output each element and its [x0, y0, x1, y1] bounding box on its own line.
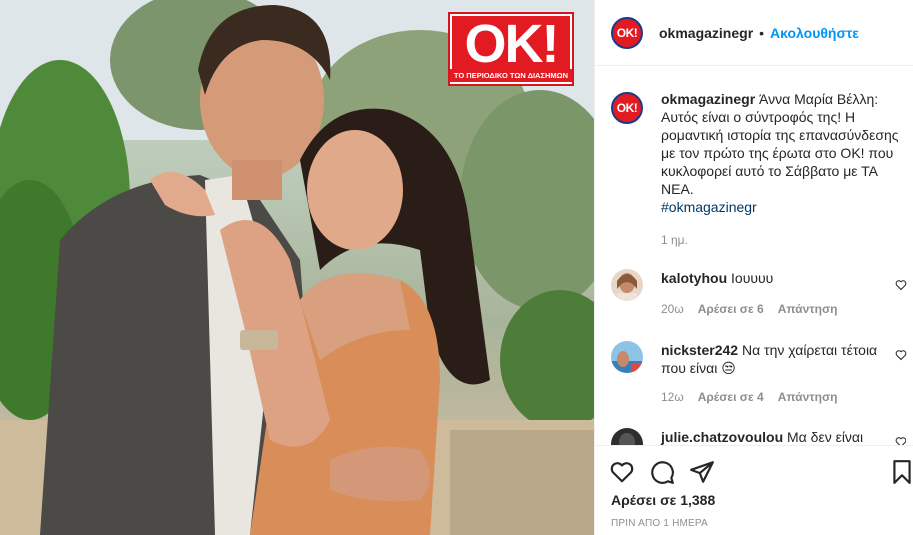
- heart-icon[interactable]: [895, 349, 907, 361]
- caption-avatar[interactable]: OK!: [611, 92, 643, 124]
- caption-hashtag[interactable]: #okmagazinegr: [661, 198, 906, 216]
- follow-button[interactable]: Ακολουθήστε: [770, 25, 859, 41]
- ok-logo-text: OK!: [452, 16, 570, 72]
- comment-text: Ιουυυυ: [731, 270, 774, 286]
- heart-icon[interactable]: [895, 436, 906, 445]
- comment-body: nickster242 Να την χαίρεται τέτοια που ε…: [661, 341, 881, 377]
- ok-logo-subtitle: ΤΟ ΠΕΡΙΟΔΙΚΟ ΤΩΝ ΔΙΑΣΗΜΩΝ: [450, 69, 572, 82]
- caption-username[interactable]: okmagazinegr: [661, 91, 755, 107]
- caption-text-block: okmagazinegr Άννα Μαρία Βέλλη: Αυτός είν…: [661, 90, 906, 216]
- post-caption: OK! okmagazinegr Άννα Μαρία Βέλλη: Αυτός…: [611, 90, 906, 216]
- commenter-avatar[interactable]: [611, 341, 643, 373]
- comment-likes[interactable]: Αρέσει σε 6: [698, 302, 764, 316]
- author-avatar[interactable]: OK!: [611, 16, 643, 49]
- post-timestamp[interactable]: ΠΡΙΝ ΑΠΟ 1 ΗΜΕΡΑ: [611, 518, 708, 529]
- comment-likes[interactable]: Αρέσει σε 4: [698, 390, 764, 404]
- comment-body: julie.chatzovoulou Μα δεν είναι: [661, 428, 901, 445]
- comment-icon[interactable]: [649, 459, 675, 485]
- avatar-photo-icon: [611, 428, 643, 445]
- comment-username[interactable]: kalotyhou: [661, 270, 727, 286]
- header-separator: •: [759, 24, 765, 41]
- commenter-avatar[interactable]: [611, 269, 643, 301]
- heart-icon[interactable]: [609, 459, 635, 485]
- post-photo[interactable]: OK! ΤΟ ΠΕΡΙΟΔΙΚΟ ΤΩΝ ΔΙΑΣΗΜΩΝ: [0, 0, 594, 535]
- post-header: OK! okmagazinegr • Ακολουθήστε: [595, 0, 913, 66]
- bookmark-icon[interactable]: [889, 459, 913, 485]
- comment-body: kalotyhou Ιουυυυ: [661, 269, 881, 287]
- comment-meta: 12ω Αρέσει σε 4 Απάντηση: [661, 390, 838, 404]
- caption-timestamp[interactable]: 1 ημ.: [661, 233, 688, 247]
- comment-item: julie.chatzovoulou Μα δεν είναι: [611, 428, 906, 445]
- post-details-panel: OK! okmagazinegr • Ακολουθήστε OK! okmag…: [594, 0, 913, 535]
- comment-username[interactable]: julie.chatzovoulou: [661, 429, 783, 445]
- reply-button[interactable]: Απάντηση: [778, 302, 838, 316]
- avatar-photo-icon: [611, 341, 643, 373]
- comment-username[interactable]: nickster242: [661, 342, 738, 358]
- comment-time[interactable]: 20ω: [661, 302, 684, 316]
- commenter-avatar[interactable]: [611, 428, 643, 445]
- heart-icon[interactable]: [895, 279, 907, 291]
- reply-button[interactable]: Απάντηση: [778, 390, 838, 404]
- likes-count[interactable]: Αρέσει σε 1,388: [611, 492, 715, 508]
- author-username[interactable]: okmagazinegr: [659, 25, 753, 41]
- comment-time[interactable]: 12ω: [661, 390, 684, 404]
- paper-plane-icon[interactable]: [689, 459, 715, 485]
- comment-meta: 20ω Αρέσει σε 6 Απάντηση: [661, 302, 838, 316]
- ok-magazine-logo: OK! ΤΟ ΠΕΡΙΟΔΙΚΟ ΤΩΝ ΔΙΑΣΗΜΩΝ: [448, 12, 574, 86]
- avatar-photo-icon: [611, 269, 643, 301]
- comment-text: Μα δεν είναι: [787, 429, 864, 445]
